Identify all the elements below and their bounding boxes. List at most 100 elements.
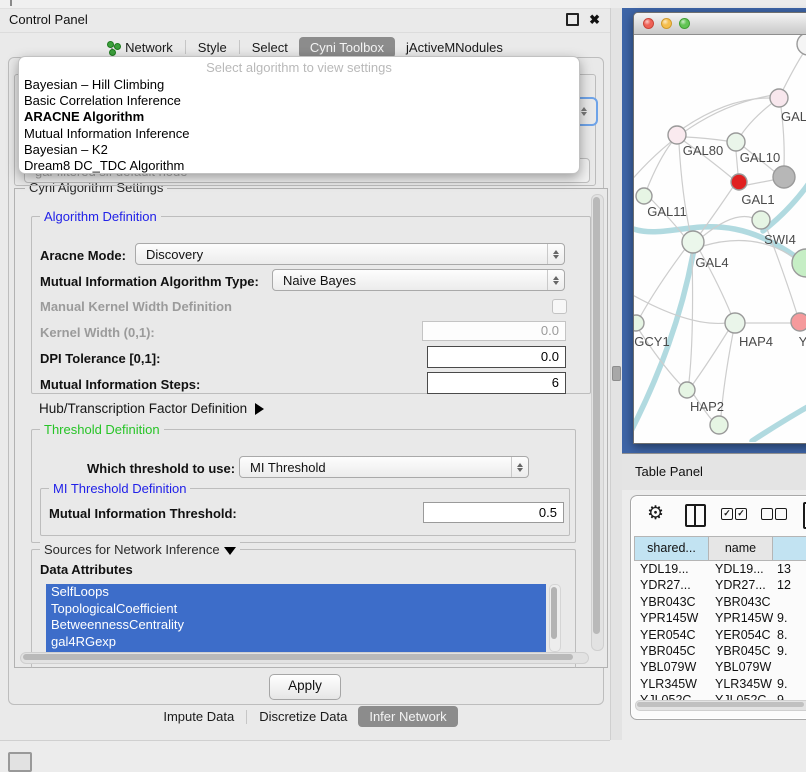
thin-edge[interactable]: [647, 142, 672, 189]
thin-edge[interactable]: [747, 180, 773, 185]
table-cell: 9.: [773, 644, 806, 660]
thin-edge[interactable]: [741, 104, 771, 135]
settings-vertical-scrollbar[interactable]: [591, 194, 604, 651]
corner-button[interactable]: [8, 752, 32, 772]
table-row[interactable]: YLR345WYLR345W9.: [634, 677, 806, 693]
network-node-swi4[interactable]: [752, 211, 770, 229]
algorithm-menu-item[interactable]: Basic Correlation Inference: [19, 93, 579, 109]
sources-group: Sources for Network Inference Data Attri…: [31, 549, 576, 668]
algorithm-menu-item[interactable]: Bayesian – K2: [19, 142, 579, 158]
table-cell: 8.: [773, 628, 806, 644]
minimize-traffic-light[interactable]: [661, 18, 672, 29]
gear-icon[interactable]: ⚙: [647, 502, 664, 525]
zoom-traffic-light[interactable]: [679, 18, 690, 29]
table-row[interactable]: YBR043CYBR043C: [634, 595, 806, 611]
tab-discretize-data[interactable]: Discretize Data: [248, 706, 358, 727]
hub-transcription-section-toggle[interactable]: Hub/Transcription Factor Definition: [39, 401, 264, 416]
sources-group-title[interactable]: Sources for Network Inference: [40, 542, 240, 557]
attribute-list-item[interactable]: gal4RGexp: [46, 634, 546, 651]
column-header-name[interactable]: name: [709, 536, 773, 561]
node-label-salmon: Y: [799, 334, 806, 349]
algorithm-menu-item[interactable]: Bayesian – Hill Climbing: [19, 77, 579, 93]
column-header-shared...[interactable]: shared...: [634, 536, 709, 561]
network-node-gal4[interactable]: [682, 231, 704, 253]
mi-steps-label: Mutual Information Steps:: [40, 377, 200, 392]
checked-box-icon[interactable]: ✓: [721, 508, 733, 520]
mi-threshold-field[interactable]: 0.5: [423, 502, 564, 523]
network-node-hap4[interactable]: [725, 313, 745, 333]
combo-spinner-icon: [511, 457, 528, 477]
tab-style[interactable]: Style: [187, 37, 238, 58]
tab-impute-data[interactable]: Impute Data: [152, 706, 245, 727]
table-cell: YDR27...: [709, 578, 773, 594]
float-icon[interactable]: [566, 13, 579, 26]
kernel-width-field[interactable]: 0.0: [422, 321, 566, 341]
checked-box-icon[interactable]: ✓: [735, 508, 747, 520]
table-row[interactable]: YPR145WYPR145W9.: [634, 611, 806, 627]
control-panel-title: Control Panel: [9, 12, 88, 27]
network-node-gal10[interactable]: [727, 133, 745, 151]
dpi-tolerance-field[interactable]: 0.0: [427, 346, 566, 368]
network-node-gal11[interactable]: [636, 188, 652, 204]
node-label-gal-top: GAL: [781, 109, 806, 124]
network-node-gcy1[interactable]: [634, 315, 644, 331]
column-pane-icon[interactable]: [685, 504, 706, 527]
table-row[interactable]: YBL079WYBL079W: [634, 660, 806, 676]
tab-network[interactable]: Network: [96, 37, 184, 58]
algorithm-menu-item[interactable]: Mutual Information Inference: [19, 126, 579, 142]
network-node-salmon[interactable]: [791, 313, 806, 331]
attribute-list-item[interactable]: BetweennessCentrality: [46, 617, 546, 634]
tab-jactivemnodules[interactable]: jActiveMNodules: [395, 37, 514, 58]
thin-edge[interactable]: [736, 151, 738, 174]
thin-edge[interactable]: [693, 331, 728, 384]
control-panel: Control Panel ✖ NetworkStyle Select Cyni T…: [0, 0, 610, 741]
network-node-gal-top[interactable]: [770, 89, 788, 107]
mi-algorithm-type-combo[interactable]: Naive Bayes: [272, 269, 565, 291]
thick-edge[interactable]: [752, 401, 806, 441]
network-node-top-partial[interactable]: [797, 35, 806, 55]
attributes-list-scrollbar[interactable]: [549, 584, 561, 652]
which-threshold-combo[interactable]: MI Threshold: [239, 456, 529, 478]
algorithm-menu-item[interactable]: Dream8 DC_TDC Algorithm: [19, 158, 579, 174]
tab-infer-network[interactable]: Infer Network: [358, 706, 457, 727]
algorithm-definition-title: Algorithm Definition: [40, 209, 161, 224]
algorithm-dropdown-popup: Select algorithm to view settings Bayesi…: [18, 56, 580, 174]
data-attributes-list: SelfLoopsTopologicalCoefficientBetweenne…: [46, 584, 546, 652]
mi-threshold-label: Mutual Information Threshold:: [49, 506, 237, 521]
close-traffic-light[interactable]: [643, 18, 654, 29]
which-threshold-value: MI Threshold: [240, 460, 511, 475]
network-canvas[interactable]: GALGAL80GAL10GAL1GAL11SWI4GAL4GCY1HAP4YH…: [634, 35, 806, 442]
network-node-gal1[interactable]: [731, 174, 747, 190]
unchecked-box-icon[interactable]: [775, 508, 787, 520]
table-horizontal-scrollbar[interactable]: [635, 700, 806, 711]
tab-label: Select: [252, 40, 288, 55]
table-cell: 13: [773, 562, 806, 578]
algorithm-menu-item[interactable]: ARACNE Algorithm: [19, 109, 579, 125]
manual-kernel-width-checkbox[interactable]: [552, 299, 567, 314]
attribute-list-item[interactable]: SelfLoops: [46, 584, 546, 601]
network-node-hap2[interactable]: [679, 382, 695, 398]
aracne-mode-combo[interactable]: Discovery: [135, 243, 565, 265]
unchecked-box-icon[interactable]: [761, 508, 773, 520]
network-window-titlebar[interactable]: [634, 13, 806, 35]
network-node-gray-node[interactable]: [773, 166, 795, 188]
tab-select[interactable]: Select: [241, 37, 299, 58]
close-icon[interactable]: ✖: [589, 13, 600, 26]
column-header-partial[interactable]: [773, 536, 806, 561]
control-panel-titlebar: Control Panel ✖: [0, 8, 610, 33]
table-row[interactable]: YDR27...YDR27...12: [634, 578, 806, 594]
network-node-gal80[interactable]: [668, 126, 686, 144]
table-row[interactable]: YER054CYER054C8.: [634, 628, 806, 644]
tab-cyni-toolbox[interactable]: Cyni Toolbox: [299, 37, 395, 58]
settings-horizontal-scrollbar[interactable]: [20, 652, 589, 664]
table-row[interactable]: YBR045CYBR045C9.: [634, 644, 806, 660]
mi-steps-field[interactable]: 6: [427, 372, 566, 394]
thin-edge[interactable]: [686, 137, 727, 141]
attribute-list-item[interactable]: TopologicalCoefficient: [46, 601, 546, 618]
splitter-handle[interactable]: [612, 366, 621, 381]
apply-button[interactable]: Apply: [269, 674, 341, 700]
table-row[interactable]: YDL19...YDL19...13: [634, 562, 806, 578]
node-label-gal11: GAL11: [647, 204, 687, 219]
node-label-hap4: HAP4: [739, 334, 773, 349]
network-node-bottom[interactable]: [710, 416, 728, 434]
